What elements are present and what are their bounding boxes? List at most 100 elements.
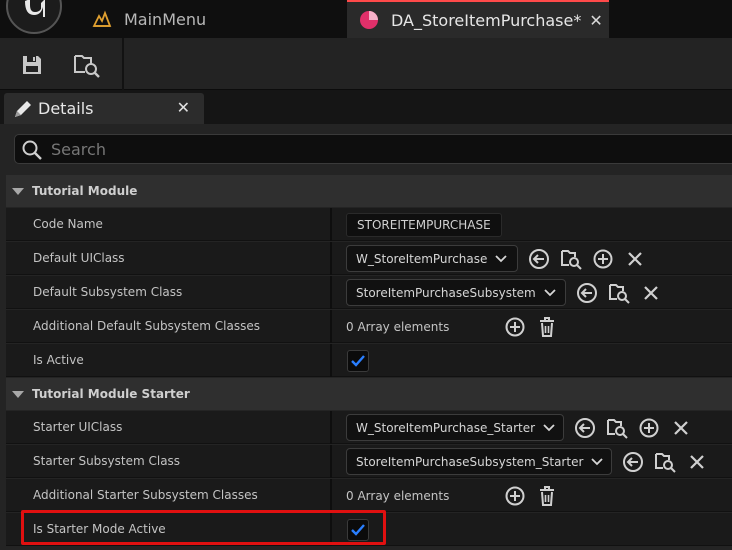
data-asset-icon [357,8,381,32]
unreal-logo-icon[interactable] [6,0,62,34]
browse-asset-button[interactable] [560,248,582,270]
details-title: Details [38,99,94,118]
property-row-is-active: Is Active [6,344,732,377]
browse-icon [561,249,582,270]
trash-icon [540,485,554,506]
level-icon [90,7,114,31]
plus-circle-icon [593,249,613,268]
property-name: Starter UIClass [33,420,123,434]
clear-x-icon [674,420,688,435]
column-splitter[interactable] [330,445,332,478]
property-name: Additional Starter Subsystem Classes [33,488,258,502]
save-icon [23,56,41,74]
category-label: Tutorial Module [32,184,138,198]
array-count: 0 Array elements [346,488,450,503]
tab-label: MainMenu [124,9,207,29]
category-label: Tutorial Module Starter [32,387,190,401]
clear-button[interactable] [624,248,646,270]
browse-icon [609,283,630,304]
add-array-element-button[interactable] [504,316,526,338]
property-name: Is Active [33,353,84,367]
add-array-element-button[interactable] [504,485,526,507]
chevron-down-icon [544,288,556,296]
save-button[interactable] [17,50,47,80]
chevron-down-icon [495,254,508,262]
browse-icon [607,418,628,439]
clear-button[interactable] [686,451,708,473]
browse-asset-button[interactable] [606,417,628,439]
is-active-checkbox[interactable] [347,349,369,372]
close-details-button[interactable]: ✕ [177,98,190,117]
tab-main-menu[interactable]: MainMenu [88,0,338,38]
use-selected-icon [575,417,595,438]
use-selected-icon [623,451,643,472]
empty-array-button[interactable] [536,485,558,507]
class-picker-value: StoreItemPurchaseSubsystem [356,285,536,300]
plus-circle-icon [505,486,525,505]
class-picker-value: StoreItemPurchaseSubsystem_Starter [356,454,584,469]
browse-to-asset-button[interactable] [72,50,102,80]
code-name-field[interactable]: STOREITEMPURCHASE [346,212,502,237]
clear-x-icon [644,285,658,300]
use-selected-icon [577,282,597,303]
asset-toolbar [0,38,732,90]
category-tutorial-module[interactable]: Tutorial Module [6,175,732,207]
details-pencil-icon [15,100,31,117]
tab-da-store-item-purchase[interactable]: DA_StoreItemPurchase* ✕ [347,0,609,38]
plus-circle-icon [639,418,659,437]
class-picker-dropdown[interactable]: W_StoreItemPurchase_Starter [346,414,564,441]
category-tutorial-module-starter[interactable]: Tutorial Module Starter [6,378,732,410]
property-name: Default Subsystem Class [33,285,183,299]
clear-button[interactable] [670,417,692,439]
column-splitter[interactable] [330,276,332,309]
property-row-additional-default-subsystem-classes: Additional Default Subsystem Classes 0 A… [6,310,732,343]
clear-button[interactable] [640,282,662,304]
property-row-starter-uiclass: Starter UIClass W_StoreItemPurchase_Star… [6,411,732,444]
details-search [14,134,732,164]
array-count: 0 Array elements [346,319,450,334]
search-input[interactable] [51,138,651,160]
property-row-code-name: Code Name STOREITEMPURCHASE [6,208,732,241]
browse-asset-button[interactable] [608,282,630,304]
column-splitter[interactable] [330,411,332,444]
column-splitter[interactable] [330,242,332,275]
trash-icon [540,316,554,337]
empty-array-button[interactable] [536,316,558,338]
browse-icon [655,452,676,473]
chevron-down-icon [591,457,604,465]
class-picker-dropdown[interactable]: StoreItemPurchaseSubsystem_Starter [346,448,612,475]
class-picker-dropdown[interactable]: W_StoreItemPurchase [346,245,518,272]
use-selected-icon [529,248,549,269]
browse-to-asset-icon [74,55,100,78]
property-name: Starter Subsystem Class [33,454,181,468]
property-row-starter-subsystem-class: Starter Subsystem Class StoreItemPurchas… [6,445,732,478]
add-button[interactable] [592,248,614,270]
close-tab-button[interactable]: ✕ [589,11,602,30]
use-selected-asset-button[interactable] [622,451,644,473]
collapse-arrow-icon [12,187,24,195]
use-selected-asset-button[interactable] [574,417,596,439]
details-panel-tab[interactable]: Details ✕ [4,93,204,124]
use-selected-asset-button[interactable] [576,282,598,304]
use-selected-asset-button[interactable] [528,248,550,270]
property-name: Code Name [33,217,103,231]
column-splitter[interactable] [330,208,332,241]
column-splitter[interactable] [330,479,332,512]
property-name: Additional Default Subsystem Classes [33,319,260,333]
column-splitter[interactable] [330,310,332,343]
browse-asset-button[interactable] [654,451,676,473]
add-button[interactable] [638,417,660,439]
plus-circle-icon [505,317,525,336]
class-picker-value: W_StoreItemPurchase [356,251,488,266]
property-name: Default UIClass [33,251,125,265]
search-icon [22,140,42,160]
tab-label: DA_StoreItemPurchase* [391,10,582,30]
toolbar-separator [122,38,124,90]
clear-x-icon [690,454,704,469]
collapse-arrow-icon [12,390,24,398]
column-splitter[interactable] [330,344,332,377]
highlight-annotation [21,510,386,545]
property-row-default-uiclass: Default UIClass W_StoreItemPurchase [6,242,732,275]
class-picker-dropdown[interactable]: StoreItemPurchaseSubsystem [346,279,566,306]
property-row-additional-starter-subsystem-classes: Additional Starter Subsystem Classes 0 A… [6,479,732,512]
